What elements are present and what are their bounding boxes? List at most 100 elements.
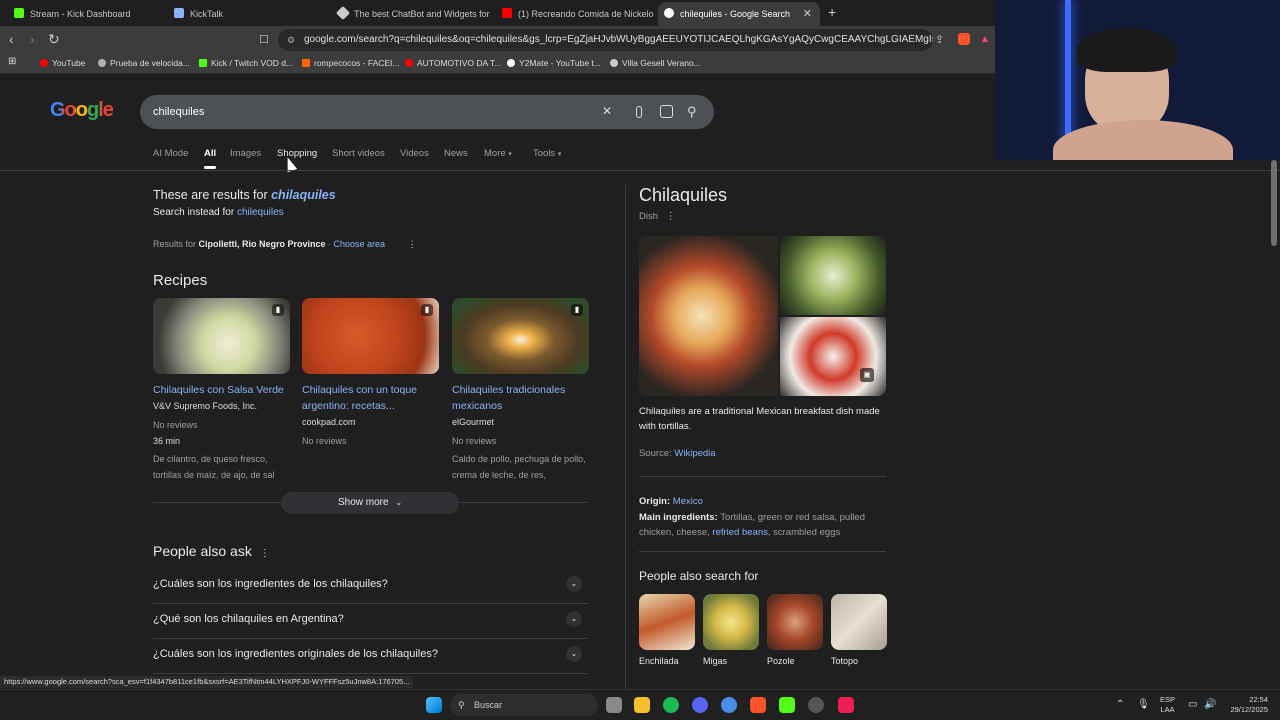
bookmark-rompecocos[interactable]: rompecocos - FACEI...: [302, 58, 400, 68]
corrected-query-link[interactable]: chilaquiles: [271, 188, 336, 202]
site-info-icon[interactable]: ⚙: [287, 29, 295, 51]
tab-chatbot[interactable]: The best ChatBot and Widgets for Ki: [332, 2, 492, 26]
more-options-icon[interactable]: ⋮: [260, 548, 270, 559]
task-view-icon[interactable]: [606, 697, 622, 713]
bookmark-youtube[interactable]: YouTube: [40, 58, 85, 68]
bookmark-automotivo[interactable]: AUTOMOTIVO DA T...: [405, 58, 501, 68]
page-scrollbar[interactable]: [1271, 160, 1277, 246]
network-icon[interactable]: ▭: [1188, 699, 1197, 710]
search-icon[interactable]: ⚲: [687, 104, 697, 120]
more-options-icon[interactable]: ⋮: [408, 239, 417, 249]
recipe-card[interactable]: ▮ Chilaquiles con Salsa Verde V&V Suprem…: [153, 298, 290, 483]
brave-rewards-icon[interactable]: ▲: [980, 34, 990, 45]
obs-icon[interactable]: [808, 697, 824, 713]
pas-label: Enchilada: [639, 656, 679, 666]
recipe-title[interactable]: Chilaquiles tradicionales mexicanos: [452, 382, 589, 414]
show-more-button[interactable]: Show more ⌄: [281, 492, 459, 514]
taskbar-search[interactable]: ⚲ Buscar: [450, 694, 598, 716]
bookmark-icon[interactable]: ▮: [571, 304, 583, 316]
y2mate-icon: [507, 59, 515, 67]
recipe-source: V&V Supremo Foods, Inc.: [153, 401, 258, 411]
address-bar[interactable]: ⚙ google.com/search?q=chilequiles&oq=chi…: [278, 29, 933, 51]
tab-more[interactable]: More ▾: [484, 148, 512, 159]
google-icon: [664, 8, 674, 18]
chevron-down-icon[interactable]: ⌄: [566, 576, 582, 592]
share-icon[interactable]: ⇪: [935, 33, 944, 46]
tab-kick-dashboard[interactable]: Stream - Kick Dashboard: [8, 2, 166, 26]
kp-image[interactable]: [780, 236, 886, 315]
chevron-down-icon[interactable]: ⌄: [566, 611, 582, 627]
brave-icon[interactable]: [750, 697, 766, 713]
new-tab-icon[interactable]: +: [828, 4, 836, 20]
wikipedia-link[interactable]: Wikipedia: [674, 448, 715, 459]
bookmark-speedtest[interactable]: Prueba de velocida...: [98, 58, 190, 68]
tab-google-search[interactable]: chilequiles - Google Search ✕: [658, 2, 820, 26]
paa-question[interactable]: ¿Cuáles son los ingredientes de los chil…: [153, 569, 588, 604]
close-icon[interactable]: ✕: [803, 7, 812, 20]
windows-taskbar: ⚲ Buscar ⌃ 🎙 ESP LAA ▭ 🔊 22:54 29/12/2025: [0, 689, 1280, 720]
google-logo[interactable]: Google: [50, 99, 114, 122]
lens-icon[interactable]: [660, 105, 673, 118]
tab-news[interactable]: News: [444, 148, 468, 159]
tab-images[interactable]: Images: [230, 148, 261, 159]
app-icon[interactable]: [721, 697, 737, 713]
volume-icon[interactable]: 🔊: [1204, 699, 1216, 710]
tab-youtube[interactable]: (1) Recreando Comida de Nickelodeo: [496, 2, 654, 26]
back-icon[interactable]: ‹: [9, 31, 14, 47]
gallery-icon[interactable]: ▣: [860, 368, 874, 382]
discord-icon[interactable]: [692, 697, 708, 713]
bookmark-icon[interactable]: ▮: [272, 304, 284, 316]
bookmark-icon[interactable]: ☐: [259, 33, 269, 46]
tab-tools[interactable]: Tools ▾: [533, 148, 561, 159]
tab-all[interactable]: All: [204, 148, 217, 169]
origin-link[interactable]: Mexico: [673, 496, 703, 507]
refried-beans-link[interactable]: refried beans: [712, 527, 767, 538]
tiktok-icon[interactable]: [838, 697, 854, 713]
tab-short-videos[interactable]: Short videos: [332, 148, 385, 159]
search-input[interactable]: [153, 103, 573, 121]
bookmark-kick-vod[interactable]: Kick / Twitch VOD d...: [199, 58, 293, 68]
more-options-icon[interactable]: ⋮: [666, 211, 676, 222]
bookmark-villa-gesell[interactable]: Villa Gesell Verano...: [610, 58, 701, 68]
apps-icon[interactable]: ⊞: [8, 56, 16, 67]
choose-area-link[interactable]: Choose area: [334, 239, 386, 249]
brave-shield-icon[interactable]: [958, 33, 970, 45]
kp-image[interactable]: ▣: [780, 317, 886, 396]
kp-divider: [639, 476, 886, 477]
recipe-title[interactable]: Chilaquiles con un toque argentino: rece…: [302, 382, 439, 414]
recipe-card[interactable]: ▮ Chilaquiles tradicionales mexicanos el…: [452, 298, 589, 483]
language-indicator[interactable]: ESP LAA: [1160, 695, 1175, 715]
tab-kicktalk[interactable]: KickTalk: [168, 2, 328, 26]
bookmark-y2mate[interactable]: Y2Mate - YouTube t...: [507, 58, 601, 68]
pas-item[interactable]: Totopo: [831, 594, 887, 666]
file-explorer-icon[interactable]: [634, 697, 650, 713]
microphone-icon[interactable]: [636, 106, 642, 118]
clear-icon[interactable]: ✕: [602, 104, 612, 118]
paa-question-text: ¿Qué son los chilaquiles en Argentina?: [153, 613, 344, 625]
kp-main-image[interactable]: [639, 236, 778, 396]
reload-icon[interactable]: ↻: [48, 31, 60, 48]
tab-videos[interactable]: Videos: [400, 148, 429, 159]
paa-question[interactable]: ¿Cuáles son los ingredientes originales …: [153, 639, 588, 674]
spotify-icon[interactable]: [663, 697, 679, 713]
pas-item[interactable]: Migas: [703, 594, 759, 666]
paa-heading: People also ask ⋮: [153, 543, 270, 559]
chevron-down-icon[interactable]: ⌄: [566, 646, 582, 662]
forward-icon[interactable]: ›: [30, 31, 35, 47]
kick-icon[interactable]: [779, 697, 795, 713]
tab-shopping[interactable]: Shopping: [277, 148, 317, 159]
paa-question[interactable]: ¿Qué son los chilaquiles en Argentina? ⌄: [153, 604, 588, 639]
webcam-overlay: [995, 0, 1280, 160]
recipe-title[interactable]: Chilaquiles con Salsa Verde: [153, 382, 290, 398]
bookmark-icon[interactable]: ▮: [421, 304, 433, 316]
windows-start-icon[interactable]: [426, 697, 442, 713]
pas-item[interactable]: Enchilada: [639, 594, 695, 666]
tab-ai-mode[interactable]: AI Mode: [153, 148, 188, 159]
chevron-up-icon[interactable]: ⌃: [1116, 699, 1124, 710]
recipe-card[interactable]: ▮ Chilaquiles con un toque argentino: re…: [302, 298, 439, 449]
clock[interactable]: 22:54 29/12/2025: [1222, 695, 1268, 715]
microphone-icon[interactable]: 🎙: [1137, 699, 1150, 710]
tab-label: chilequiles - Google Search: [680, 9, 791, 19]
original-query-link[interactable]: chilequiles: [237, 207, 284, 218]
pas-item[interactable]: Pozole: [767, 594, 823, 666]
